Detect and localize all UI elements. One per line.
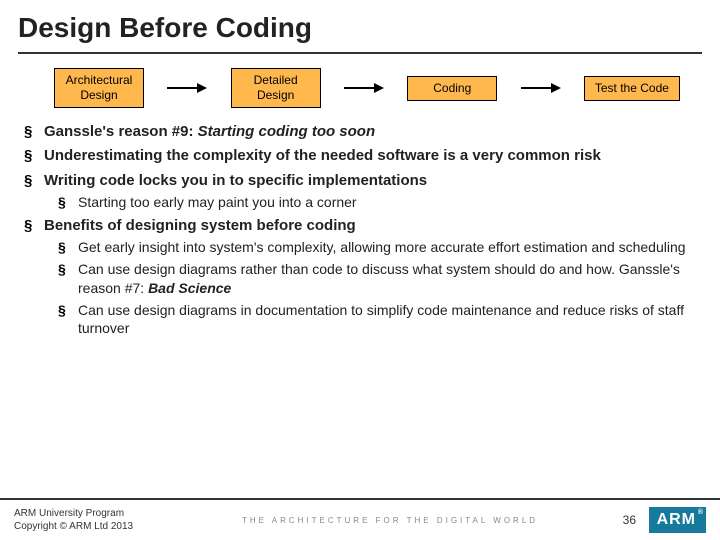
footer-line2: Copyright © ARM Ltd 2013 [14,520,174,533]
slide-title: Design Before Coding [0,0,720,50]
bullet-4-sub1-text: Get early insight into system's complexi… [78,239,686,255]
footer-logo-wrap: ARM [636,507,706,533]
flow-box-2: Detailed Design [231,68,321,108]
bullet-2: Underestimating the complexity of the ne… [24,146,696,166]
arrow-icon [344,83,384,93]
bullet-3-sub1-text: Starting too early may paint you into a … [78,194,357,210]
bullet-3-text: Writing code locks you in to specific im… [44,172,427,189]
flow-box-1: Architectural Design [54,68,144,108]
flow-box-4: Test the Code [584,76,680,101]
bullet-3: Writing code locks you in to specific im… [24,171,696,212]
bullet-4-sub3: Can use design diagrams in documentation… [58,301,696,339]
bullet-2-text: Underestimating the complexity of the ne… [44,147,601,164]
footer-tagline: THE ARCHITECTURE FOR THE DIGITAL WORLD [174,516,606,525]
arm-logo: ARM [649,507,706,533]
arrow-icon [167,83,207,93]
flow-diagram: Architectural Design Detailed Design Cod… [0,54,720,122]
bullet-4: Benefits of designing system before codi… [24,216,696,339]
bullet-4-sub3-text: Can use design diagrams in documentation… [78,302,684,337]
bullet-1-text: Ganssle's reason #9: [44,123,198,140]
bullet-4-text: Benefits of designing system before codi… [44,217,356,234]
arrow-icon [521,83,561,93]
bullet-4-sub1: Get early insight into system's complexi… [58,238,696,257]
content-area: Ganssle's reason #9: Starting coding too… [0,122,720,338]
bullet-1-italic: Starting coding too soon [198,123,375,140]
bullet-1: Ganssle's reason #9: Starting coding too… [24,122,696,142]
bullet-4-sub2-italic: Bad Science [148,280,231,296]
footer: ARM University Program Copyright © ARM L… [0,498,720,540]
page-number: 36 [606,513,636,527]
bullet-3-sub1: Starting too early may paint you into a … [58,193,696,212]
footer-credits: ARM University Program Copyright © ARM L… [14,507,174,533]
bullet-4-sub2: Can use design diagrams rather than code… [58,260,696,298]
footer-line1: ARM University Program [14,507,174,520]
flow-box-3: Coding [407,76,497,101]
